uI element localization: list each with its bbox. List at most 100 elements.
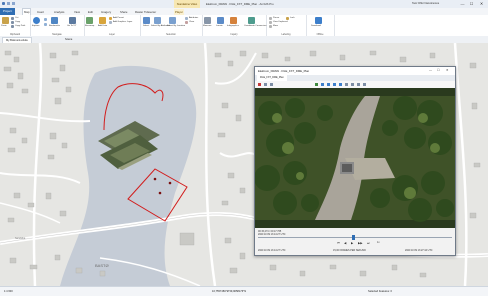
- view-unplaced-label[interactable]: View Unplaced: [273, 21, 288, 23]
- pause-icon[interactable]: [269, 17, 272, 20]
- end-clock: 2020 10 09 13:27:44 UTC: [405, 249, 433, 252]
- bookmarks-label[interactable]: Bookmarks: [49, 25, 60, 27]
- status-bar: 1:4 600 10,7557483°Ø 59,9058176°N Select…: [0, 286, 488, 296]
- go-to-xy-label[interactable]: Go To XY: [67, 25, 76, 27]
- coordinate-conversion-icon[interactable]: [248, 17, 255, 24]
- step-forward-icon[interactable]: ▶▶: [358, 241, 363, 245]
- save-icon[interactable]: [2, 2, 5, 5]
- display-footprint-icon[interactable]: [327, 83, 330, 86]
- arcgis-pro-window: Standalone Video Elektrum_DRAW · FILE_FX…: [0, 0, 488, 296]
- skip-back-icon[interactable]: ⏮: [337, 241, 340, 245]
- paste-icon[interactable]: [2, 17, 9, 24]
- download-icon[interactable]: [315, 17, 322, 24]
- locate-label[interactable]: Locate: [216, 25, 223, 27]
- timeline-handle[interactable]: [352, 235, 355, 240]
- copy-path-icon[interactable]: [11, 25, 14, 28]
- explore-icon[interactable]: [33, 17, 40, 24]
- redo-icon[interactable]: [12, 2, 15, 5]
- zoom-in-icon[interactable]: [44, 18, 47, 21]
- add-data-label[interactable]: Add Data: [98, 25, 107, 27]
- tab-project[interactable]: Project: [0, 8, 15, 15]
- player-close-button[interactable]: ✕: [446, 68, 449, 72]
- export-icon[interactable]: [357, 83, 360, 86]
- video-player-window[interactable]: Elektrum_DRAW · FILE_FXT_DME_Plan — ☐ ✕ …: [254, 66, 456, 256]
- zoom-out-icon[interactable]: [44, 23, 47, 26]
- player-maximize-button[interactable]: ☐: [437, 68, 440, 72]
- graphics-icon[interactable]: [345, 83, 348, 86]
- measure-icon[interactable]: [204, 17, 211, 24]
- snapshot-icon[interactable]: [264, 83, 267, 86]
- close-button[interactable]: ✕: [477, 1, 486, 7]
- attributes-label[interactable]: Attributes: [189, 17, 198, 19]
- tab-map[interactable]: Map: [22, 8, 32, 15]
- clear-icon[interactable]: [185, 21, 188, 24]
- settings-icon[interactable]: [363, 83, 366, 86]
- follow-icon[interactable]: [321, 83, 324, 86]
- display-center-icon[interactable]: [339, 83, 342, 86]
- paste-label[interactable]: Paste: [1, 25, 7, 27]
- bookmark-icon[interactable]: [270, 83, 273, 86]
- copy-icon[interactable]: [11, 21, 14, 24]
- group-offline: Download Offline: [306, 15, 335, 36]
- metadata-icon[interactable]: [351, 83, 354, 86]
- download-label[interactable]: Download: [311, 25, 321, 27]
- video-frame[interactable]: [255, 88, 455, 228]
- lock-label[interactable]: Lock: [290, 17, 295, 19]
- attributes-icon[interactable]: [185, 17, 188, 20]
- add-preset-label[interactable]: Add Preset: [113, 17, 124, 19]
- select-by-location-label[interactable]: Select By Location: [167, 25, 185, 27]
- capture-date: 2020 10 09 13:14:27 UTC: [258, 233, 286, 236]
- more-label[interactable]: More: [273, 25, 278, 27]
- ribbon: Paste Cut Copy Copy Path Clipboard Explo…: [0, 15, 488, 37]
- display-sensor-icon[interactable]: [333, 83, 336, 86]
- play-icon[interactable]: ▶: [351, 241, 353, 245]
- group-selection: Select Select By Attributes Select By Lo…: [140, 15, 203, 36]
- measure-label[interactable]: Measure: [203, 25, 212, 27]
- select-by-attributes-icon[interactable]: [154, 17, 161, 24]
- undo-icon[interactable]: [7, 2, 10, 5]
- go-to-xy-icon[interactable]: [69, 17, 76, 24]
- zoom-to-frame-icon[interactable]: [315, 83, 318, 86]
- infographics-label[interactable]: Infographics: [227, 25, 239, 27]
- step-back-icon[interactable]: ◀: [344, 241, 346, 245]
- playback-rate[interactable]: 1x: [377, 241, 380, 244]
- bookmarks-icon[interactable]: [51, 17, 58, 24]
- add-graphics-layer-icon[interactable]: [109, 21, 112, 24]
- basemap-label[interactable]: Basemap: [85, 25, 94, 27]
- coordinate-conversion-label[interactable]: Coordinate Conversion: [244, 25, 266, 27]
- frame-rate: 15,00 FRAMES PER SEKUND: [333, 249, 366, 252]
- record-icon[interactable]: [258, 83, 261, 86]
- map-scale[interactable]: 1:4 600: [4, 290, 13, 293]
- street-label: Sandvika: [15, 237, 26, 240]
- maximize-button[interactable]: ☐: [467, 1, 476, 7]
- copy-path-label[interactable]: Copy Path: [15, 25, 25, 27]
- select-label[interactable]: Select: [143, 25, 149, 27]
- add-preset-icon[interactable]: [109, 17, 112, 20]
- explore-label[interactable]: Explore: [32, 25, 39, 27]
- ribbon-tab-strip: Project Map Insert Analysis View Edit Im…: [0, 8, 488, 15]
- add-data-icon[interactable]: [99, 17, 106, 24]
- copy-label[interactable]: Copy: [15, 21, 20, 23]
- group-labeling: Pause Lock View Unplaced More Labeling: [266, 15, 307, 36]
- lock-icon[interactable]: [286, 17, 289, 20]
- player-minimize-button[interactable]: —: [429, 68, 432, 72]
- pause-label[interactable]: Pause: [273, 17, 279, 19]
- signed-in-user[interactable]: Tanz Dffer Nanoknoone: [412, 2, 439, 5]
- cut-label[interactable]: Cut: [15, 17, 18, 19]
- skip-forward-icon[interactable]: ⏭: [367, 241, 370, 245]
- clear-label[interactable]: Clear: [189, 21, 194, 23]
- group-layer: Basemap Add Data Add Preset Add Graphics…: [84, 15, 141, 36]
- locate-icon[interactable]: [217, 17, 224, 24]
- drone-footage: [255, 88, 455, 228]
- group-clipboard: Paste Cut Copy Copy Path Clipboard: [0, 15, 31, 36]
- select-by-location-icon[interactable]: [169, 17, 176, 24]
- infographics-icon[interactable]: [230, 17, 237, 24]
- minimize-button[interactable]: —: [458, 1, 467, 7]
- basemap-icon[interactable]: [86, 17, 93, 24]
- view-unplaced-icon[interactable]: [269, 21, 272, 24]
- add-graphics-layer-label[interactable]: Add Graphics Layer: [113, 21, 132, 23]
- timeline-bar[interactable]: [258, 237, 452, 238]
- more-icon[interactable]: [269, 25, 272, 28]
- select-icon[interactable]: [143, 17, 150, 24]
- cut-icon[interactable]: [11, 17, 14, 20]
